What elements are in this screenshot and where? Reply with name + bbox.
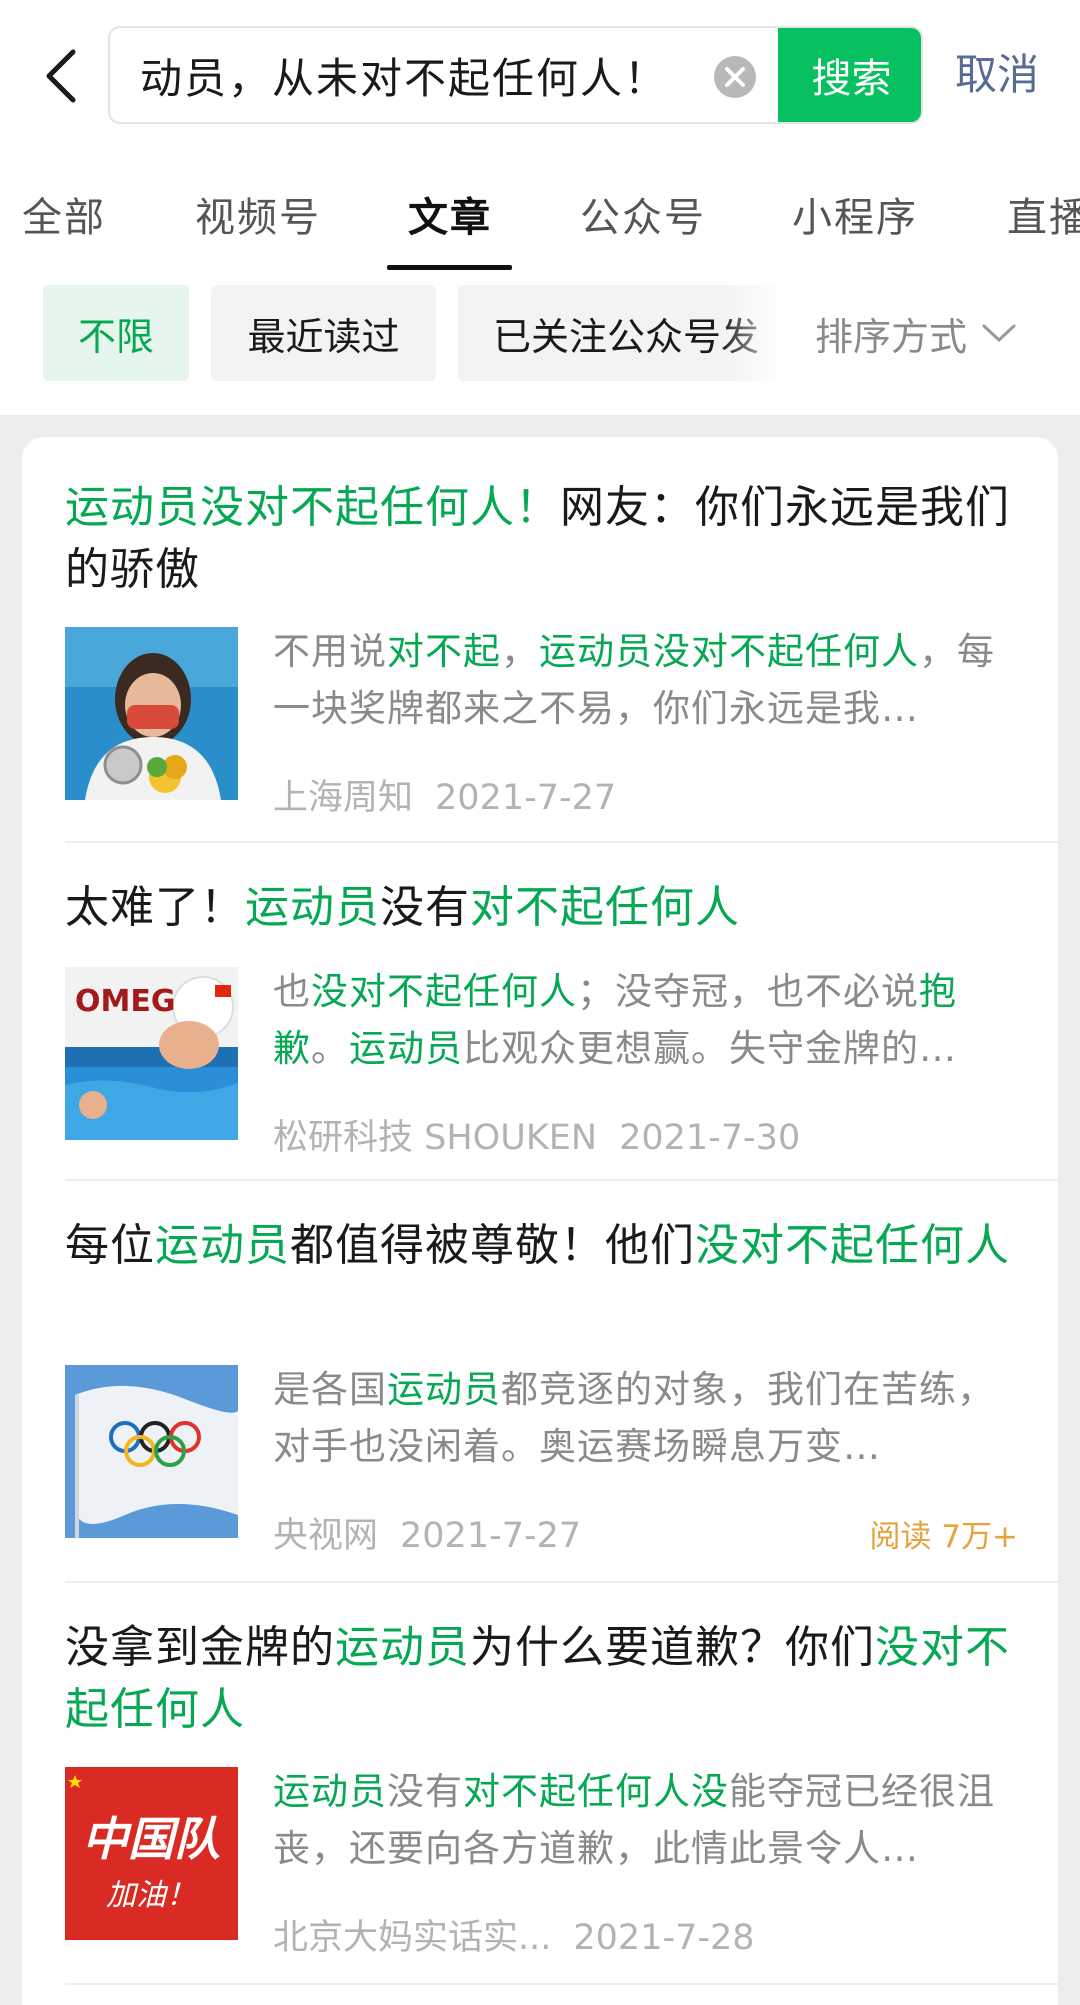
highlighted-keyword: 运动员没对不起任何人！ (65, 482, 560, 533)
chevron-down-icon (982, 324, 1016, 342)
highlighted-keyword: 没对不起任何人 (695, 1220, 1010, 1271)
filter-chip-any[interactable]: 不限 (43, 285, 189, 381)
text-segment: 太难了！ (65, 882, 245, 933)
active-tab-indicator (387, 265, 512, 270)
result-meta: 上海周知 2021-7-27 (273, 769, 616, 820)
result-date: 2021-7-27 (400, 1516, 582, 1556)
highlighted-keyword: 运动员 (335, 1622, 470, 1673)
back-button[interactable] (30, 40, 90, 112)
result-source[interactable]: 松研科技 SHOUKEN (273, 1118, 597, 1158)
read-count: 阅读 7万+ (869, 1519, 1018, 1555)
result-meta: 松研科技 SHOUKEN 2021-7-30 (273, 1109, 800, 1160)
tab-official-accounts[interactable]: 公众号 (580, 185, 706, 243)
result-title[interactable]: 运动员没对不起任何人！网友：你们永远是我们的骄傲 (65, 477, 1025, 601)
text-segment: 每位 (65, 1220, 155, 1271)
text-segment: 为什么要道歉？你们 (470, 1622, 875, 1673)
text-segment: 是各国 (273, 1368, 387, 1411)
result-date: 2021-7-27 (435, 778, 617, 818)
result-meta: 北京大妈实话实... 2021-7-28 (273, 1909, 755, 1960)
highlighted-keyword: 运动员 (349, 1027, 463, 1070)
highlighted-keyword: 运动员 (245, 882, 380, 933)
search-input[interactable] (110, 28, 710, 122)
olympic-flag-photo-icon (65, 1365, 238, 1538)
top-header: 搜索 取消 全部 视频号 文章 公众号 小程序 直播 不限 最近读过 已关注公众… (0, 0, 1080, 415)
highlighted-keyword: 运动员 (273, 1770, 387, 1813)
result-item[interactable]: 没拿到金牌的运动员为什么要道歉？你们没对不起任何人 中国队 加油！ 运动员没有对… (65, 1617, 1058, 1977)
text-segment: ；没夺冠，也不必说 (577, 970, 919, 1013)
tab-live[interactable]: 直播 (1007, 185, 1080, 243)
text-segment: 。 (311, 1027, 349, 1070)
category-tabs: 全部 视频号 文章 公众号 小程序 直播 (0, 165, 1080, 275)
result-source[interactable]: 北京大妈实话实... (273, 1918, 551, 1958)
divider (65, 1179, 1058, 1181)
result-snippet: 运动员没有对不起任何人没能夺冠已经很沮丧，还要向各方道歉，此情此景令人… (273, 1763, 1018, 1877)
result-date: 2021-7-28 (573, 1918, 755, 1958)
clear-search-button[interactable] (714, 56, 756, 98)
cancel-button[interactable]: 取消 (955, 45, 1039, 105)
cheer-text: 加油！ (106, 1878, 196, 1913)
swimmer-silver-medal-photo-icon (65, 627, 238, 800)
result-snippet: 也没对不起任何人；没夺冠，也不必说抱歉。运动员比观众更想赢。失守金牌的… (273, 963, 1018, 1077)
tab-all[interactable]: 全部 (22, 185, 106, 243)
search-button[interactable]: 搜索 (778, 28, 921, 122)
divider (65, 1581, 1058, 1583)
swimmer-pool-omega-photo-icon: OMEG (65, 967, 238, 1140)
highlighted-keyword: 对不起任何人 (470, 882, 740, 933)
text-segment: 都值得被尊敬！他们 (290, 1220, 695, 1271)
sort-dropdown[interactable]: 排序方式 (790, 285, 1080, 381)
results-card: 运动员没对不起任何人！网友：你们永远是我们的骄傲 不用说对不起，运动员没对不起任… (22, 437, 1058, 2005)
highlighted-keyword: 没对不起任何人 (311, 970, 577, 1013)
text-segment: 比观众更想赢。失守金牌的… (463, 1027, 957, 1070)
tab-channels[interactable]: 视频号 (195, 185, 321, 243)
result-source[interactable]: 上海周知 (273, 778, 413, 818)
text-segment: 不用说 (273, 630, 387, 673)
result-item[interactable]: 太难了！运动员没有对不起任何人 OMEG 也没对不起任何人；没夺冠，也不必说抱歉… (65, 877, 1058, 1177)
highlighted-keyword: 对不起任何人没 (463, 1770, 729, 1813)
result-item[interactable]: 每位运动员都值得被尊敬！他们没对不起任何人 是各国运动员都竞逐的对象，我们在苦练… (65, 1215, 1058, 1575)
result-snippet: 不用说对不起，运动员没对不起任何人，每一块奖牌都来之不易，你们永远是我… (273, 623, 1018, 737)
result-title[interactable]: 没拿到金牌的运动员为什么要道歉？你们没对不起任何人 (65, 1617, 1025, 1741)
highlighted-keyword: 运动员 (387, 1368, 501, 1411)
close-icon (725, 67, 745, 87)
text-segment: 没有 (380, 882, 470, 933)
highlighted-keyword: 运动员 (155, 1220, 290, 1271)
tab-mini-programs[interactable]: 小程序 (792, 185, 918, 243)
china-team-cheer-image-icon: 中国队 加油！ (65, 1767, 238, 1940)
highlighted-keyword: 对不起 (387, 630, 501, 673)
text-segment: 没拿到金牌的 (65, 1622, 335, 1673)
divider (65, 1983, 1058, 1985)
filter-bar: 不限 最近读过 已关注公众号发 排序方式 (0, 283, 1080, 383)
sort-label: 排序方式 (815, 314, 968, 359)
text-segment: 没有 (387, 1770, 463, 1813)
result-snippet: 是各国运动员都竞逐的对象，我们在苦练，对手也没闲着。奥运赛场瞬息万变… (273, 1361, 1018, 1475)
result-date: 2021-7-30 (619, 1118, 801, 1158)
search-box: 搜索 (108, 26, 923, 124)
chevron-left-icon (46, 49, 76, 103)
highlighted-keyword: 运动员没对不起任何人 (539, 630, 919, 673)
text-segment: 也 (273, 970, 311, 1013)
divider (65, 841, 1058, 843)
filter-fade (720, 283, 790, 383)
result-meta: 央视网 2021-7-27 (273, 1507, 581, 1558)
result-source[interactable]: 央视网 (273, 1516, 378, 1556)
result-item[interactable]: 运动员没对不起任何人！网友：你们永远是我们的骄傲 不用说对不起，运动员没对不起任… (65, 477, 1058, 837)
tab-articles[interactable]: 文章 (408, 185, 492, 243)
china-team-text: 中国队 (82, 1812, 220, 1866)
result-title[interactable]: 太难了！运动员没有对不起任何人 (65, 877, 1025, 939)
text-segment: ， (501, 630, 539, 673)
omega-logo-text: OMEG (75, 984, 175, 1019)
filter-chip-recently-read[interactable]: 最近读过 (211, 285, 436, 381)
result-title[interactable]: 每位运动员都值得被尊敬！他们没对不起任何人 (65, 1215, 1025, 1277)
